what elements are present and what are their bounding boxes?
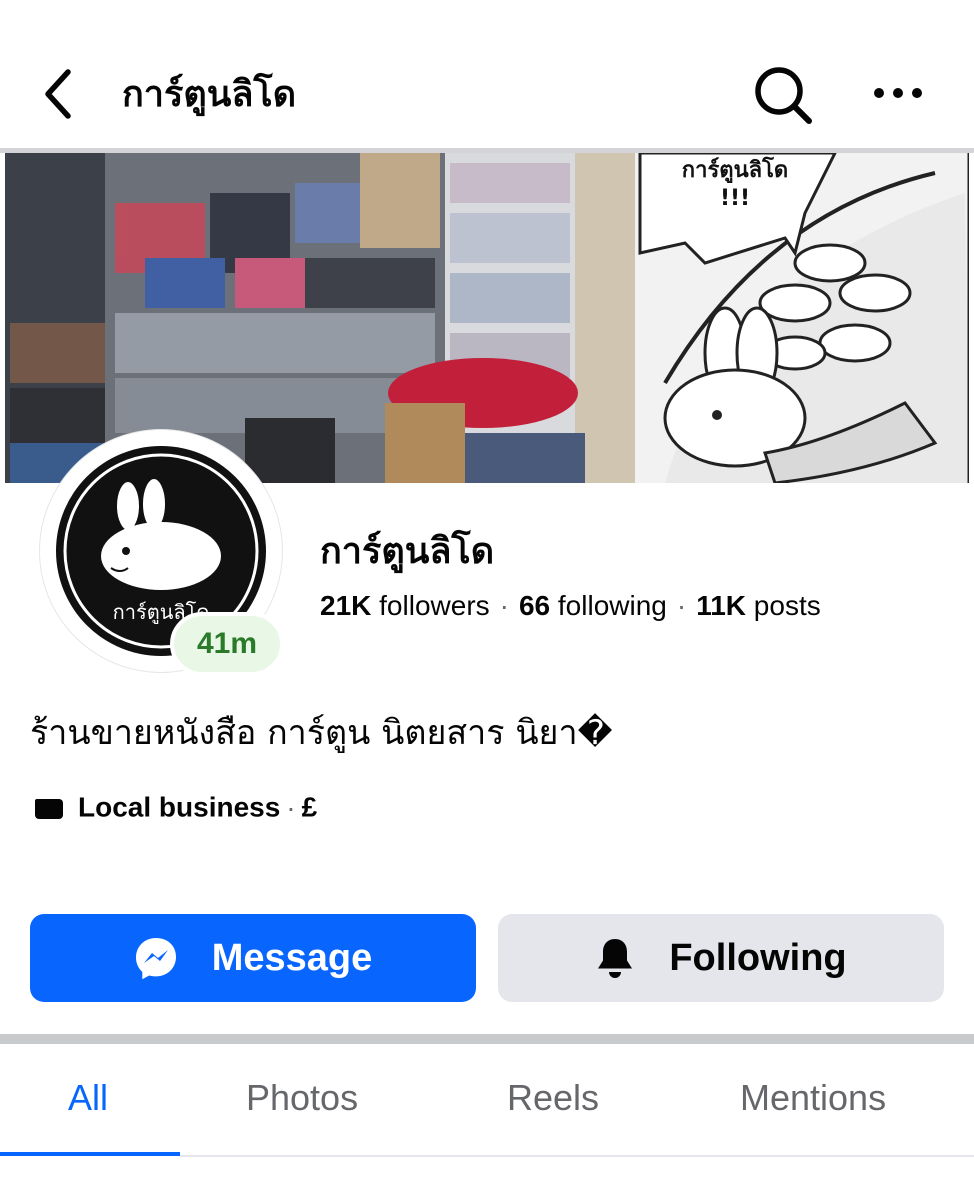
more-horizontal-icon[interactable]: [870, 78, 926, 108]
page-title: การ์ตูนลิโด: [122, 73, 297, 114]
profile-bio: ร้านขายหนังสือ การ์ตูน นิตยสาร นิยา�: [30, 713, 613, 753]
chevron-left-icon[interactable]: [38, 66, 82, 122]
followers-count: 21K: [320, 590, 372, 621]
category-row: Local business · £: [34, 786, 317, 828]
category-label: Local business: [78, 791, 281, 823]
search-icon[interactable]: [752, 64, 814, 126]
price-range: £: [301, 791, 318, 823]
following-label: following: [557, 590, 667, 621]
briefcase-icon: [35, 798, 63, 819]
tabs-divider: [180, 1155, 974, 1157]
posts-count: 11K: [696, 590, 747, 621]
posts-label: posts: [753, 590, 821, 621]
following-button-label: Following: [669, 936, 847, 979]
tab-all[interactable]: All: [68, 1074, 108, 1122]
message-button[interactable]: Message: [30, 914, 476, 1002]
cover-speech-text: การ์ตูนลิโด: [681, 158, 789, 183]
message-button-label: Message: [211, 936, 373, 979]
following-stat[interactable]: 66 following: [519, 590, 667, 621]
active-tab-indicator: [0, 1152, 180, 1156]
followers-label: followers: [379, 590, 490, 621]
messenger-icon: [135, 938, 176, 980]
followers-stat[interactable]: 21K followers: [320, 590, 490, 621]
following-count: 66: [518, 590, 551, 621]
section-divider: [0, 1034, 974, 1044]
tab-photos[interactable]: Photos: [246, 1074, 358, 1122]
active-status-badge: 41m: [170, 612, 284, 676]
top-bar: การ์ตูนลิโด: [0, 0, 974, 150]
posts-stat: 11K posts: [696, 590, 821, 621]
tab-mentions[interactable]: Mentions: [740, 1074, 886, 1122]
profile-stats: 21K followers · 66 following · 11K posts: [320, 590, 821, 621]
following-button[interactable]: Following: [498, 914, 944, 1002]
tab-reels[interactable]: Reels: [507, 1074, 599, 1122]
bell-icon: [598, 939, 633, 978]
cover-speech-exclaim: !!!: [719, 186, 751, 211]
profile-name: การ์ตูนลิโด: [320, 530, 495, 571]
